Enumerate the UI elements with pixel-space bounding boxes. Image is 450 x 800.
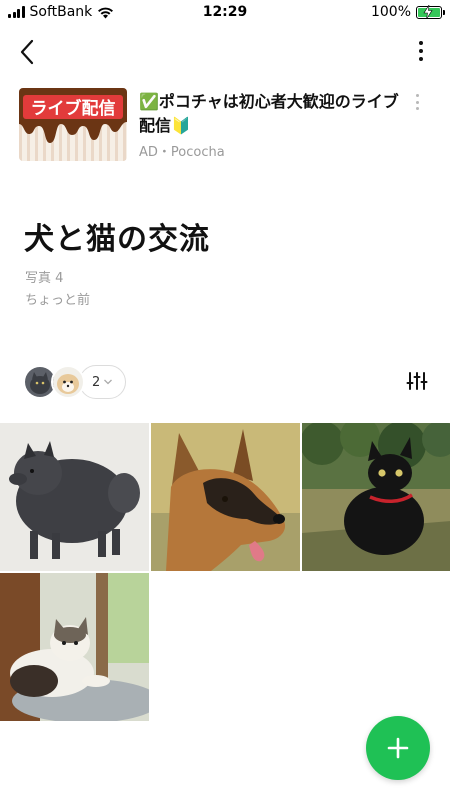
filter-button[interactable]: [406, 370, 428, 392]
more-vertical-icon: [419, 41, 423, 45]
ad-thumbnail[interactable]: ライブ配信: [19, 88, 127, 161]
chevron-down-icon: [104, 379, 113, 385]
member-count-button[interactable]: 2: [79, 365, 127, 399]
battery-percent: 100%: [370, 4, 411, 20]
more-options-button[interactable]: [416, 38, 426, 64]
battery-icon: [416, 4, 445, 19]
member-avatars[interactable]: 2: [23, 364, 127, 400]
photo-pomeranian[interactable]: [0, 423, 149, 571]
photo-german-shepherd[interactable]: [151, 423, 300, 571]
sliders-icon: [406, 372, 428, 390]
add-photo-button[interactable]: [366, 716, 430, 780]
ad-thumbnail-text: ライブ配信: [31, 98, 116, 119]
ad-sponsor: AD・Pococha: [139, 145, 225, 160]
plus-icon: [387, 737, 409, 759]
avatar[interactable]: [51, 365, 85, 399]
ad-banner[interactable]: ライブ配信 ✅ポコチャは初心者大歓迎のライブ配信🔰 AD・Pococha: [19, 88, 431, 162]
album-title: 犬と猫の交流: [24, 222, 210, 257]
ad-more-button[interactable]: [414, 94, 420, 110]
more-vertical-icon: [415, 94, 419, 97]
member-count: 2: [92, 374, 101, 390]
status-bar: SoftBank 12:29 100%: [0, 0, 450, 26]
chevron-left-icon: [20, 39, 34, 65]
ad-title[interactable]: ✅ポコチャは初心者大歓迎のライブ配信🔰: [139, 90, 409, 138]
album-meta: 写真 4 ちょっと前: [25, 268, 90, 312]
back-button[interactable]: [16, 36, 44, 68]
photo-black-cat[interactable]: [302, 423, 450, 571]
status-right: 100%: [370, 4, 445, 20]
charging-bolt-icon: [423, 4, 433, 19]
photo-grid: [0, 423, 450, 721]
updated-time: ちょっと前: [25, 293, 91, 308]
photo-cat-on-table[interactable]: [0, 573, 149, 721]
photo-count: 写真 4: [25, 271, 64, 286]
